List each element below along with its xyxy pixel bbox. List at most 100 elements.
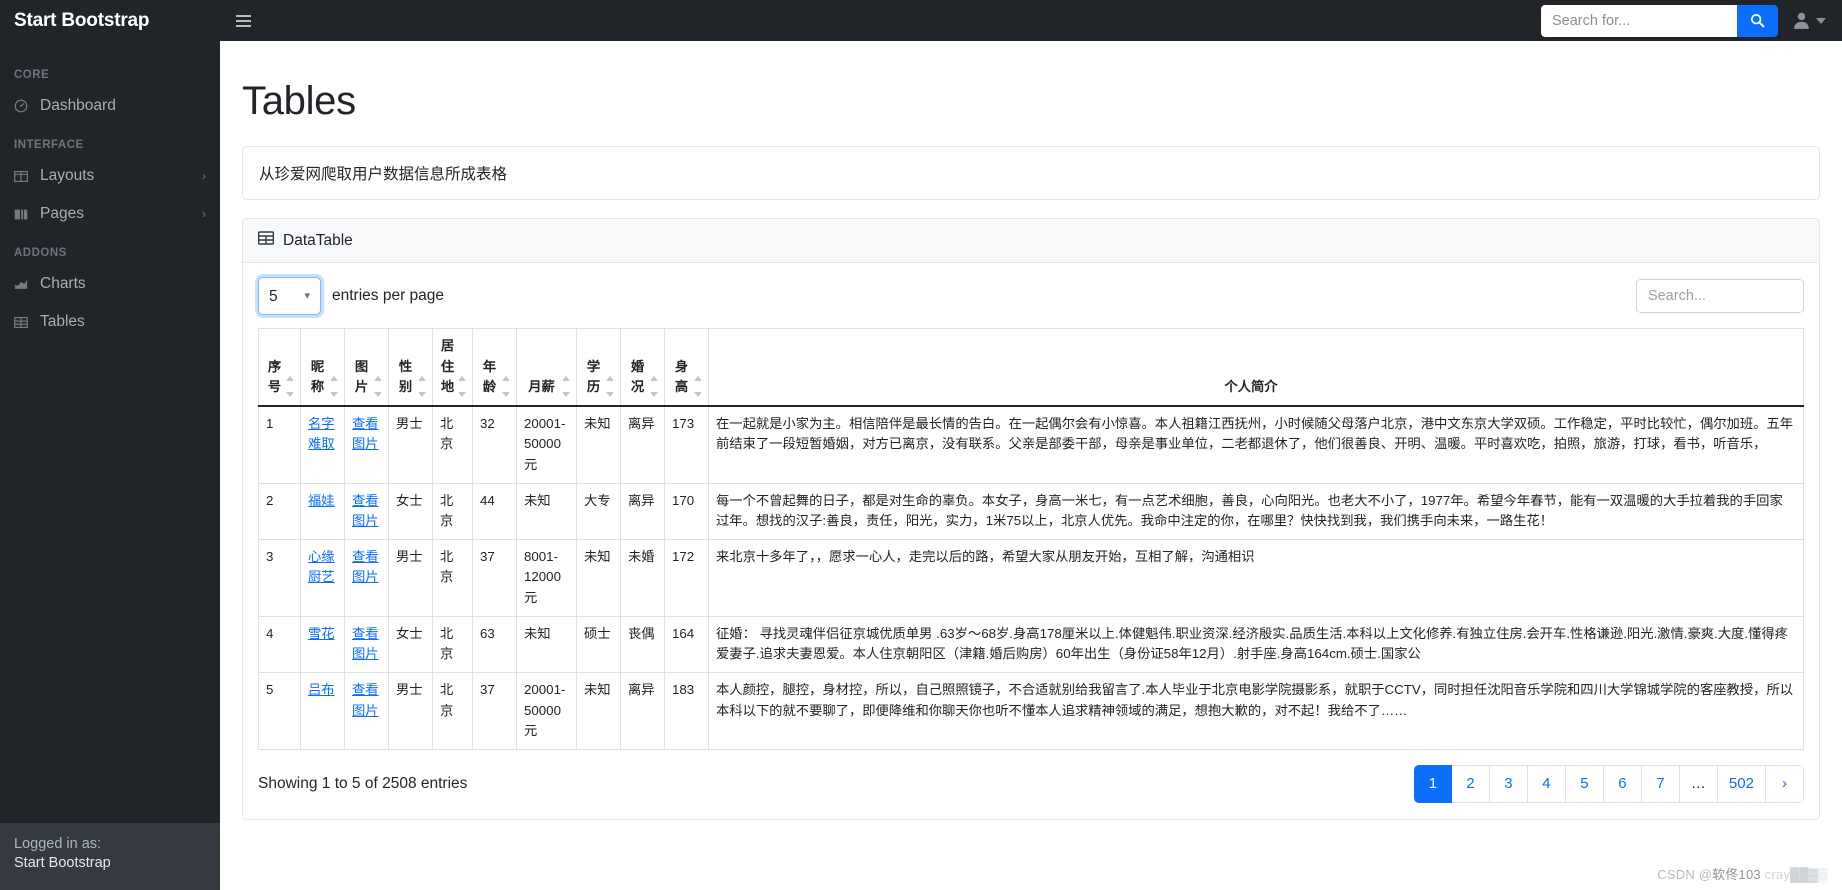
sort-arrows-icon[interactable] [286,375,296,397]
table-column-header[interactable]: 性别 [388,328,433,407]
pagination-page-button[interactable]: 3 [1489,764,1528,803]
sidebar-item-dashboard[interactable]: Dashboard [0,87,220,125]
book-open-icon [14,208,40,221]
table-cell-photo-link[interactable]: 查看图片 [344,482,389,540]
datatable-footer: Showing 1 to 5 of 2508 entries 1 2 3 4 5 6 7… 5… [258,764,1804,803]
table-row: 4 雪花 查看图片 女士 北京 63 未知 硕士 丧偶 164 征婚： 寻找灵魂伴侣征京城优质单男 … [258,615,1804,673]
table-cell-marital: 丧偶 [620,615,665,673]
table-cell-nickname[interactable]: 雪花 [300,615,345,673]
table-cell-education: 未知 [576,538,621,617]
table-cell-age: 32 [472,405,517,484]
view-photo-link[interactable]: 查看图片 [352,549,379,585]
pagination-page-button[interactable]: 5 [1565,764,1604,803]
table-cell-city: 北京 [432,538,473,617]
search-input[interactable] [1541,4,1737,37]
chart-area-icon [14,278,40,291]
table-column-header[interactable]: 居住地 [432,328,473,407]
user-menu-button[interactable] [1792,11,1830,30]
sort-arrows-icon[interactable] [694,375,704,397]
table-cell-photo-link[interactable]: 查看图片 [344,405,389,484]
table-cell-education: 未知 [576,405,621,484]
table-column-header[interactable]: 婚况 [620,328,665,407]
table-cell-salary: 未知 [516,482,577,540]
table-head: 序号 昵称 图片 性别 居住地 年龄 月薪 学历 婚况 身高个人简介 [258,328,1804,407]
table-cell-gender: 女士 [388,482,433,540]
table-cell-marital: 未婚 [620,538,665,617]
search-submit-button[interactable] [1737,4,1778,37]
hamburger-menu-icon[interactable] [226,8,260,34]
description-card: 从珍爱网爬取用户数据信息所成表格 [242,146,1820,200]
pagination-page-button[interactable]: 4 [1527,764,1566,803]
table-cell-gender: 男士 [388,671,433,750]
pagination-page-button[interactable]: 2 [1451,764,1490,803]
nickname-link[interactable]: 名字难取 [308,416,335,452]
nickname-link[interactable]: 吕布 [308,682,335,697]
table-cell-city: 北京 [432,405,473,484]
sort-arrows-icon[interactable] [418,375,428,397]
sidebar-heading-core: CORE [14,69,50,81]
sort-arrows-icon[interactable] [650,375,660,397]
pagination-page-button[interactable]: › [1765,764,1804,803]
watermark: CSDN @软佟103 cray██▓▒ [1657,864,1828,883]
nickname-link[interactable]: 福娃 [308,493,335,508]
sidebar-item-pages[interactable]: Pages › [0,195,220,233]
table-cell-height: 172 [664,538,709,617]
pagination-page-button[interactable]: 1 [1413,764,1452,803]
table-cell-photo-link[interactable]: 查看图片 [344,615,389,673]
view-photo-link[interactable]: 查看图片 [352,682,379,718]
nickname-link[interactable]: 心缘厨艺 [308,549,335,585]
table-cell-nickname[interactable]: 吕布 [300,671,345,750]
datatable-toolbar: 5102550100 ▾ entries per page [258,277,1804,315]
datatable-card-body: 5102550100 ▾ entries per page [243,263,1819,819]
table-cell-photo-link[interactable]: 查看图片 [344,671,389,750]
sort-arrows-icon[interactable] [606,375,616,397]
table-column-header[interactable]: 身高 [664,328,709,407]
sort-arrows-icon[interactable] [458,375,468,397]
table-cell-height: 164 [664,615,709,673]
entries-per-page-select[interactable]: 5102550100 [258,277,321,315]
pagination-page-button[interactable]: 502 [1717,764,1766,803]
tachometer-icon [14,99,40,113]
pagination-page-button[interactable]: 6 [1603,764,1642,803]
table-cell-city: 北京 [432,615,473,673]
top-navbar: Start Bootstrap [0,0,1842,41]
nickname-link[interactable]: 雪花 [308,626,335,641]
sort-arrows-icon[interactable] [562,375,572,397]
table-column-header[interactable]: 年龄 [472,328,517,407]
sidebar-item-charts[interactable]: Charts [0,265,220,303]
sidebar-item-tables[interactable]: Tables [0,303,220,341]
table-column-label: 昵称 [310,358,325,395]
sidebar-heading-addons: ADDONS [14,247,67,259]
datatable-card-title: DataTable [283,231,353,249]
sidebar-item-layouts[interactable]: Layouts › [0,157,220,195]
view-photo-link[interactable]: 查看图片 [352,626,379,662]
table-cell-city: 北京 [432,671,473,750]
pagination-page-button[interactable]: 7 [1641,764,1680,803]
table-column-label: 个人简介 [1224,379,1278,395]
table-cell-nickname[interactable]: 福娃 [300,482,345,540]
table-cell-education: 大专 [576,482,621,540]
sort-arrows-icon[interactable] [502,375,512,397]
view-photo-link[interactable]: 查看图片 [352,416,379,452]
table-column-header[interactable]: 图片 [344,328,389,407]
table-cell-nickname[interactable]: 心缘厨艺 [300,538,345,617]
brand-logo[interactable]: Start Bootstrap [0,10,220,32]
sort-arrows-icon[interactable] [330,375,340,397]
user-avatar-icon [1794,12,1809,29]
table-column-header[interactable]: 学历 [576,328,621,407]
table-header-row: 序号 昵称 图片 性别 居住地 年龄 月薪 学历 婚况 身高个人简介 [258,328,1804,407]
table-column-header[interactable]: 昵称 [300,328,345,407]
table-cell-bio: 本人颜控，腿控，身材控，所以，自己照照镜子，不合适就别给我留言了.本人毕业于北京… [708,671,1804,750]
table-cell-nickname[interactable]: 名字难取 [300,405,345,484]
sidebar-item-label: Tables [40,313,85,330]
table-cell-index: 2 [258,482,301,540]
sort-arrows-icon[interactable] [374,375,384,397]
sidebar-footer: Logged in as: Start Bootstrap [0,822,220,890]
table-cell-photo-link[interactable]: 查看图片 [344,538,389,617]
datatable-search-input[interactable] [1635,279,1804,313]
table-column-header[interactable]: 月薪 [516,328,577,407]
view-photo-link[interactable]: 查看图片 [352,493,379,529]
table-column-header[interactable]: 序号 [258,328,301,407]
watermark-prefix: CSDN @ [1657,867,1713,882]
pagination: 1 2 3 4 5 6 7… 502 › [1413,764,1804,803]
